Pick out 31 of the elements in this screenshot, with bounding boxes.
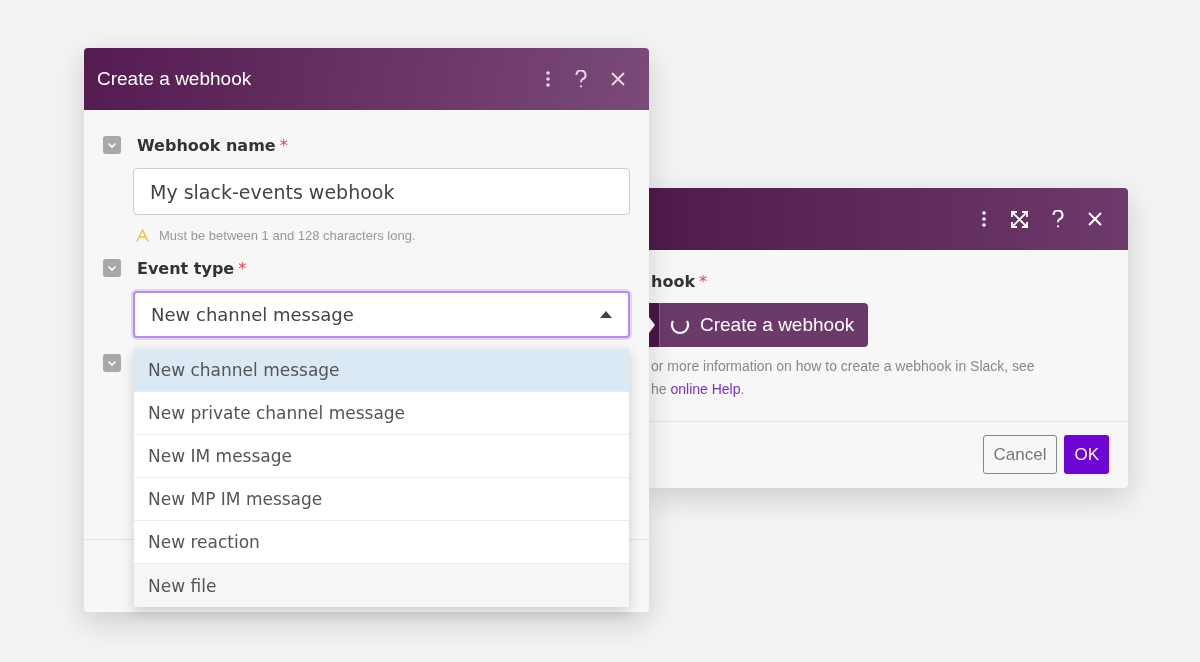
field-label: Webhook name	[137, 135, 276, 155]
help-icon[interactable]	[1052, 210, 1064, 228]
collapse-toggle-icon[interactable]	[103, 259, 121, 277]
dialog-title: Create a webhook	[97, 68, 252, 90]
help-text: or more information on how to create a webhook in Slack, see he online Help.	[651, 357, 1036, 399]
required-mark: *	[279, 135, 288, 155]
event-type-select[interactable]: New channel message	[133, 291, 630, 338]
dropdown-option[interactable]: New channel message	[134, 349, 629, 392]
dropdown-option[interactable]: New MP IM message	[134, 478, 629, 521]
dropdown-option[interactable]: New private channel message	[134, 392, 629, 435]
hint-text: Must be between 1 and 128 characters long.	[159, 228, 416, 243]
collapse-toggle-icon[interactable]	[103, 136, 121, 154]
field-label: Event type	[137, 258, 235, 278]
close-icon[interactable]	[611, 72, 625, 86]
required-mark: *	[238, 258, 247, 278]
expand-icon[interactable]	[1011, 210, 1028, 228]
create-webhook-button[interactable]: Create a webhook	[649, 303, 869, 347]
collapse-toggle-icon[interactable]	[103, 354, 121, 372]
more-icon[interactable]	[981, 211, 987, 227]
dropdown-option[interactable]: New IM message	[134, 435, 629, 478]
dropdown-option[interactable]: New file	[134, 564, 629, 607]
caret-icon	[600, 311, 612, 318]
warning-icon	[136, 229, 149, 242]
webhook-name-field[interactable]: My slack-events webhook	[133, 168, 630, 215]
help-icon[interactable]	[575, 70, 587, 88]
required-mark: *	[699, 272, 707, 291]
more-icon[interactable]	[545, 71, 551, 87]
help-link[interactable]: online Help	[670, 381, 741, 397]
field-label: hook	[651, 272, 695, 291]
ok-button[interactable]: OK	[1064, 435, 1109, 474]
cancel-button[interactable]: Cancel	[982, 435, 1058, 474]
